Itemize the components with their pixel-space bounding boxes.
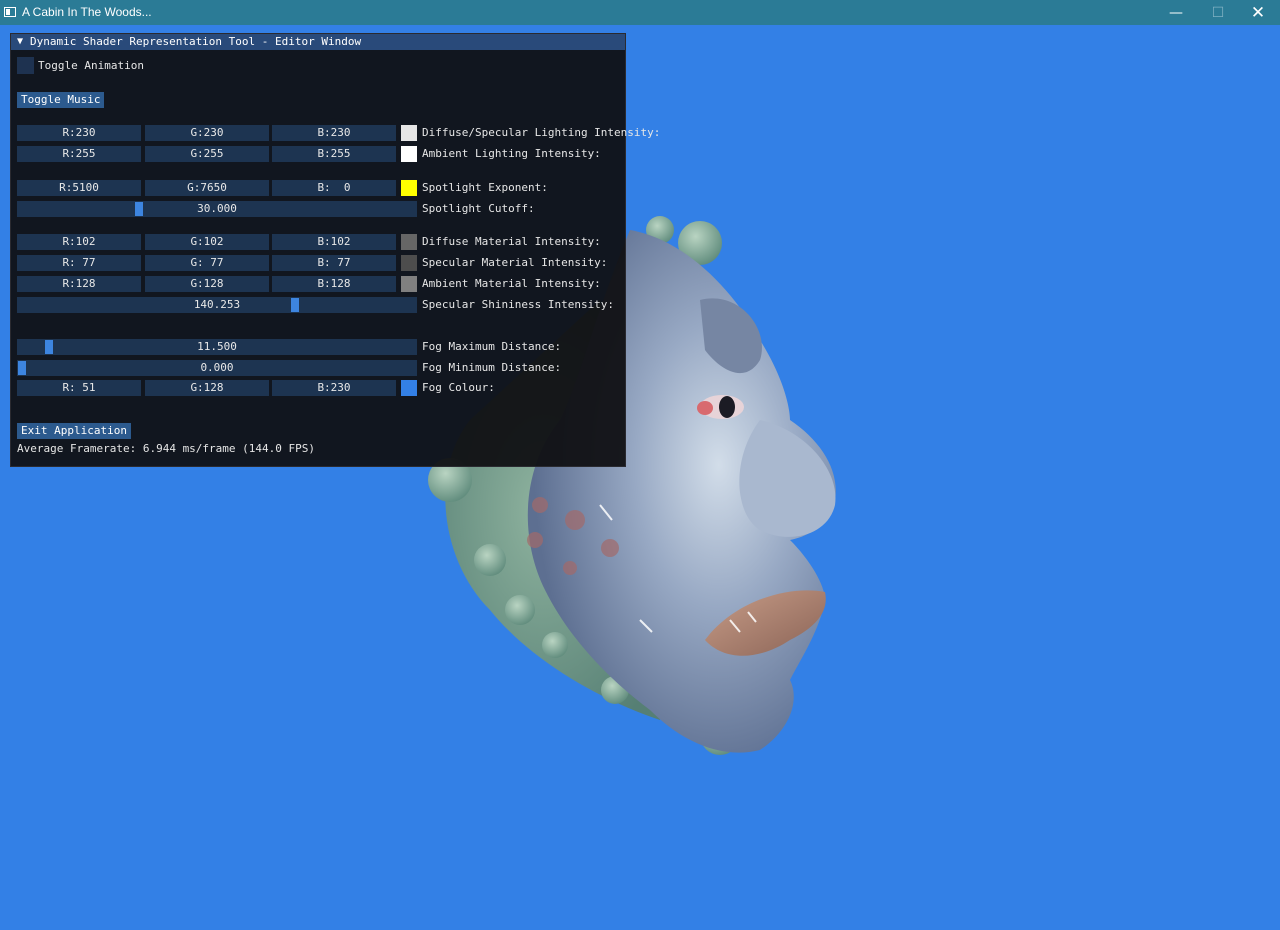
diffuse-material-r-field[interactable]: R:102 [17, 234, 141, 250]
specular-shininess-value: 140.253 [193, 298, 241, 311]
fog-min-distance-value: 0.000 [200, 361, 234, 374]
spotlight-exponent-r-field[interactable]: R:5100 [17, 180, 141, 196]
diffuse-specular-light-r-field[interactable]: R:230 [17, 125, 141, 141]
spotlight-exponent-g-field[interactable]: G:7650 [145, 180, 269, 196]
ambient-material-g-field[interactable]: G:128 [145, 276, 269, 292]
diffuse-material-g-field[interactable]: G:102 [145, 234, 269, 250]
diffuse-material-b-field[interactable]: B:102 [272, 234, 396, 250]
window-titlebar: A Cabin In The Woods... — ☐ ✕ [0, 0, 1280, 25]
fog-colour-swatch[interactable] [401, 380, 417, 396]
fog-colour-label: Fog Colour: [422, 381, 495, 394]
fog-min-distance-label: Fog Minimum Distance: [422, 361, 562, 374]
ambient-light-label: Ambient Lighting Intensity: [422, 147, 601, 160]
editor-titlebar[interactable]: ▼ Dynamic Shader Representation Tool - E… [11, 34, 625, 50]
spotlight-cutoff-slider[interactable]: 30.000 [17, 201, 417, 217]
fog-max-distance-value: 11.500 [197, 340, 237, 353]
fog-max-distance-label: Fog Maximum Distance: [422, 340, 562, 353]
ambient-material-r-field[interactable]: R:128 [17, 276, 141, 292]
toggle-animation-checkbox[interactable] [17, 57, 34, 74]
diffuse-specular-light-g-field[interactable]: G:230 [145, 125, 269, 141]
editor-title: Dynamic Shader Representation Tool - Edi… [30, 35, 362, 48]
specular-shininess-slider[interactable]: 140.253 [17, 297, 417, 313]
window-title: A Cabin In The Woods... [22, 5, 152, 19]
fog-min-distance-slider[interactable]: 0.000 [17, 360, 417, 376]
collapse-arrow-icon[interactable]: ▼ [17, 34, 23, 50]
spotlight-cutoff-label: Spotlight Cutoff: [422, 202, 535, 215]
specular-shininess-label: Specular Shininess Intensity: [422, 298, 615, 311]
framerate-text: Average Framerate: 6.944 ms/frame (144.0… [17, 442, 316, 455]
ambient-light-r-field[interactable]: R:255 [17, 146, 141, 162]
fog-colour-b-field[interactable]: B:230 [272, 380, 396, 396]
spotlight-cutoff-value: 30.000 [197, 202, 237, 215]
minimize-button[interactable]: — [1154, 0, 1198, 25]
specular-material-g-field[interactable]: G: 77 [145, 255, 269, 271]
diffuse-specular-light-label: Diffuse/Specular Lighting Intensity: [422, 126, 661, 139]
spotlight-exponent-swatch[interactable] [401, 180, 417, 196]
exit-application-button[interactable]: Exit Application [17, 423, 131, 439]
app-icon [4, 7, 16, 17]
diffuse-material-swatch[interactable] [401, 234, 417, 250]
ambient-light-b-field[interactable]: B:255 [272, 146, 396, 162]
diffuse-material-label: Diffuse Material Intensity: [422, 235, 601, 248]
specular-material-swatch[interactable] [401, 255, 417, 271]
spotlight-exponent-b-field[interactable]: B: 0 [272, 180, 396, 196]
specular-material-label: Specular Material Intensity: [422, 256, 608, 269]
specular-material-r-field[interactable]: R: 77 [17, 255, 141, 271]
ambient-material-b-field[interactable]: B:128 [272, 276, 396, 292]
toggle-music-button[interactable]: Toggle Music [17, 92, 105, 108]
close-button[interactable]: ✕ [1236, 0, 1280, 25]
spotlight-exponent-label: Spotlight Exponent: [422, 181, 548, 194]
ambient-light-g-field[interactable]: G:255 [145, 146, 269, 162]
toggle-animation-label: Toggle Animation [38, 59, 144, 72]
ambient-material-label: Ambient Material Intensity: [422, 277, 601, 290]
fog-colour-r-field[interactable]: R: 51 [17, 380, 141, 396]
diffuse-specular-light-b-field[interactable]: B:230 [272, 125, 396, 141]
diffuse-specular-light-swatch[interactable] [401, 125, 417, 141]
editor-window[interactable]: ▼ Dynamic Shader Representation Tool - E… [10, 33, 660, 467]
specular-material-b-field[interactable]: B: 77 [272, 255, 396, 271]
maximize-button[interactable]: ☐ [1196, 0, 1240, 25]
fog-max-distance-slider[interactable]: 11.500 [17, 339, 417, 355]
ambient-material-swatch[interactable] [401, 276, 417, 292]
fog-colour-g-field[interactable]: G:128 [145, 380, 269, 396]
ambient-light-swatch[interactable] [401, 146, 417, 162]
